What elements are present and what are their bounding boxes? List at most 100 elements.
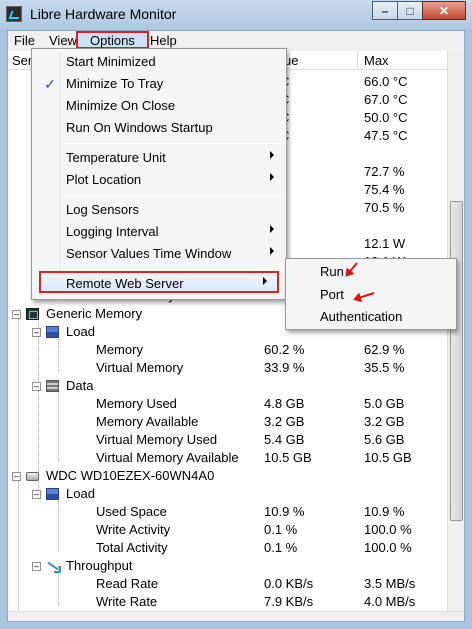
row-label: Throughput bbox=[66, 558, 133, 573]
collapse-icon[interactable]: – bbox=[32, 562, 41, 571]
tree-row[interactable]: Virtual Memory 33.9 % 35.5 % bbox=[8, 359, 448, 377]
menu-item-minimize-to-tray[interactable]: ✓ Minimize To Tray bbox=[34, 73, 284, 95]
submenu-arrow-icon bbox=[270, 151, 274, 159]
menu-item-label: Minimize On Close bbox=[66, 98, 176, 113]
submenu-arrow-icon bbox=[270, 225, 274, 233]
row-max: 10.5 GB bbox=[364, 450, 412, 465]
menu-item-run-on-startup[interactable]: Run On Windows Startup bbox=[34, 117, 284, 139]
app-window: Libre Hardware Monitor – □ ✕ File View O… bbox=[0, 0, 472, 629]
tree-row[interactable]: Virtual Memory Available 10.5 GB 10.5 GB bbox=[8, 449, 448, 467]
minimize-button[interactable]: – bbox=[372, 1, 398, 20]
tree-row[interactable]: Used Space 10.9 % 10.9 % bbox=[8, 503, 448, 521]
menu-item-plot-location[interactable]: Plot Location bbox=[34, 169, 284, 191]
collapse-icon[interactable]: – bbox=[32, 382, 41, 391]
menu-item-remote-web-server[interactable]: Remote Web Server bbox=[39, 271, 279, 293]
row-max: 62.9 % bbox=[364, 342, 405, 357]
menu-separator bbox=[63, 143, 283, 144]
menu-item-label: Port bbox=[320, 287, 344, 302]
collapse-icon[interactable]: – bbox=[32, 328, 41, 337]
column-max[interactable]: Max bbox=[364, 53, 389, 68]
submenu-arrow-icon bbox=[263, 277, 267, 285]
menu-options[interactable]: Options bbox=[76, 31, 149, 49]
vertical-scrollbar[interactable] bbox=[447, 51, 464, 621]
row-label: Total Activity bbox=[96, 540, 168, 555]
memory-chip-icon bbox=[26, 308, 39, 320]
row-label: Virtual Memory bbox=[96, 360, 184, 375]
menu-item-label: Remote Web Server bbox=[66, 276, 184, 291]
row-value: 5.4 GB bbox=[264, 432, 305, 447]
row-max: 50.0 °C bbox=[364, 110, 408, 125]
row-value: 7.9 KB/s bbox=[264, 594, 314, 609]
submenu-item-run[interactable]: Run bbox=[288, 261, 454, 283]
menu-item-label: Log Sensors bbox=[66, 202, 139, 217]
tree-row[interactable]: Virtual Memory Used 5.4 GB 5.6 GB bbox=[8, 431, 448, 449]
row-label: Load bbox=[66, 324, 95, 339]
row-label: Virtual Memory Available bbox=[96, 450, 239, 465]
row-max: 4.0 MB/s bbox=[364, 594, 416, 609]
menu-item-label: Start Minimized bbox=[66, 54, 156, 69]
row-label: Memory Used bbox=[96, 396, 177, 411]
tree-row[interactable]: Write Activity 0.1 % 100.0 % bbox=[8, 521, 448, 539]
collapse-icon[interactable]: – bbox=[12, 310, 21, 319]
menu-item-label: Authentication bbox=[320, 309, 403, 324]
row-value: 4.8 GB bbox=[264, 396, 305, 411]
row-label: Read Rate bbox=[96, 576, 159, 591]
load-icon bbox=[46, 488, 59, 500]
row-value: 10.9 % bbox=[264, 504, 305, 519]
tree-row[interactable]: Memory Available 3.2 GB 3.2 GB bbox=[8, 413, 448, 431]
tree-row[interactable]: – WDC WD10EZEX-60WN4A0 bbox=[8, 467, 448, 485]
tree-row[interactable]: Write Rate 7.9 KB/s 4.0 MB/s bbox=[8, 593, 448, 611]
tree-row[interactable]: – Load bbox=[8, 485, 448, 503]
tree-row[interactable]: – Data bbox=[8, 377, 448, 395]
menu-view[interactable]: View bbox=[49, 33, 77, 48]
menu-item-sensor-time-window[interactable]: Sensor Values Time Window bbox=[34, 243, 284, 265]
menu-item-label: Minimize To Tray bbox=[66, 76, 164, 91]
menu-help[interactable]: Help bbox=[150, 33, 177, 48]
row-label: Write Activity bbox=[96, 522, 171, 537]
scroll-thumb[interactable] bbox=[450, 201, 463, 521]
menu-file[interactable]: File bbox=[14, 33, 35, 48]
menu-item-minimize-on-close[interactable]: Minimize On Close bbox=[34, 95, 284, 117]
menu-item-label: Temperature Unit bbox=[66, 150, 166, 165]
submenu-arrow-icon bbox=[270, 247, 274, 255]
column-sensor[interactable]: Ser bbox=[12, 53, 32, 68]
row-max: 66.0 °C bbox=[364, 74, 408, 89]
tree-row[interactable]: Total Activity 0.1 % 100.0 % bbox=[8, 539, 448, 557]
row-value: 0.0 KB/s bbox=[264, 576, 314, 591]
menu-item-log-sensors[interactable]: Log Sensors bbox=[34, 199, 284, 221]
row-label: Used Space bbox=[96, 504, 167, 519]
row-max: 3.2 GB bbox=[364, 414, 405, 429]
menu-item-label: Sensor Values Time Window bbox=[66, 246, 232, 261]
row-label: Write Rate bbox=[96, 594, 158, 609]
submenu-item-authentication[interactable]: Authentication bbox=[288, 306, 454, 328]
menu-item-start-minimized[interactable]: Start Minimized bbox=[34, 51, 284, 73]
row-value: 0.1 % bbox=[264, 540, 298, 555]
row-value: 3.2 GB bbox=[264, 414, 305, 429]
row-max: 5.6 GB bbox=[364, 432, 405, 447]
row-max: 67.0 °C bbox=[364, 92, 408, 107]
column-divider[interactable] bbox=[357, 51, 358, 69]
close-button[interactable]: ✕ bbox=[422, 1, 466, 20]
menu-item-temperature-unit[interactable]: Temperature Unit bbox=[34, 147, 284, 169]
collapse-icon[interactable]: – bbox=[12, 472, 21, 481]
row-label: WDC WD10EZEX-60WN4A0 bbox=[46, 468, 215, 483]
row-label: Generic Memory bbox=[46, 306, 143, 321]
options-menu: Start Minimized ✓ Minimize To Tray Minimi… bbox=[31, 48, 287, 300]
tree-row[interactable]: Read Rate 0.0 KB/s 3.5 MB/s bbox=[8, 575, 448, 593]
row-max: 100.0 % bbox=[364, 522, 412, 537]
app-icon bbox=[6, 6, 22, 22]
row-value: 0.1 % bbox=[264, 522, 298, 537]
maximize-button[interactable]: □ bbox=[397, 1, 423, 20]
title-bar[interactable]: Libre Hardware Monitor – □ ✕ bbox=[0, 0, 472, 30]
horizontal-scrollbar[interactable] bbox=[8, 611, 464, 621]
menu-item-logging-interval[interactable]: Logging Interval bbox=[34, 221, 284, 243]
tree-row[interactable]: Memory Used 4.8 GB 5.0 GB bbox=[8, 395, 448, 413]
check-icon: ✓ bbox=[44, 76, 56, 92]
window-title: Libre Hardware Monitor bbox=[30, 6, 177, 22]
collapse-icon[interactable]: – bbox=[32, 490, 41, 499]
row-label: Memory bbox=[96, 342, 143, 357]
window-controls: – □ ✕ bbox=[372, 1, 466, 20]
tree-row[interactable]: – Throughput bbox=[8, 557, 448, 575]
load-icon bbox=[46, 326, 59, 338]
tree-row[interactable]: Memory 60.2 % 62.9 % bbox=[8, 341, 448, 359]
